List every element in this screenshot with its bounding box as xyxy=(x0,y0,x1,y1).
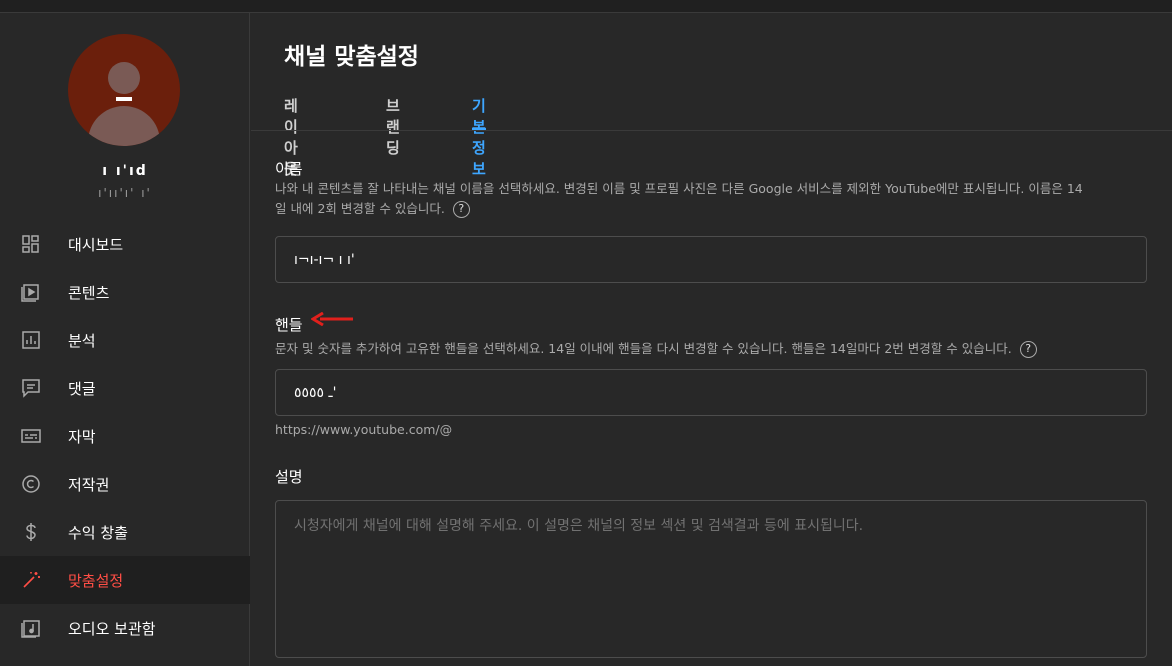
subtitles-icon xyxy=(21,426,41,446)
comments-icon xyxy=(21,378,41,398)
analytics-icon xyxy=(21,330,41,350)
help-icon[interactable]: ? xyxy=(1019,341,1037,358)
sidebar-item-comments[interactable]: 댓글 xyxy=(0,364,250,412)
name-description: 나와 내 콘텐츠를 잘 나타내는 채널 이름을 선택하세요. 변경된 이름 및 … xyxy=(275,179,1083,219)
sidebar-item-label: 댓글 xyxy=(68,380,96,398)
handle-field[interactable] xyxy=(275,369,1147,416)
channel-name: ı ı'ıd xyxy=(102,163,148,179)
content-icon xyxy=(21,282,41,302)
name-description-line2-wrap: 일 내에 2회 변경할 수 있습니다.? xyxy=(275,199,1083,219)
sidebar-item-label: 자막 xyxy=(68,428,96,446)
sidebar-item-label: 오디오 보관함 xyxy=(68,620,156,638)
name-field[interactable] xyxy=(275,236,1147,283)
sidebar-item-copyright[interactable]: 저작권 xyxy=(0,460,250,508)
audio-library-icon xyxy=(21,618,41,638)
avatar-mark xyxy=(116,97,132,101)
sidebar-item-label: 맞춤설정 xyxy=(68,572,124,590)
annotation-arrow-icon xyxy=(311,312,353,326)
handle-url: https://www.youtube.com/@ xyxy=(275,422,452,437)
sidebar-item-dashboard[interactable]: 대시보드 xyxy=(0,220,250,268)
sidebar-nav: 대시보드 콘텐츠 분석 댓글 자막 저작권 수익 창출 맞춤설정 오디오 보관함 xyxy=(0,220,250,652)
avatar-body xyxy=(88,106,160,146)
top-bar xyxy=(0,0,1172,13)
dashboard-icon xyxy=(21,234,41,254)
sidebar-item-customization[interactable]: 맞춤설정 xyxy=(0,556,250,604)
handle-description-text: 문자 및 숫자를 추가하여 고유한 핸들을 선택하세요. 14일 이내에 핸들을… xyxy=(275,341,1012,356)
sidebar-item-label: 콘텐츠 xyxy=(68,284,110,302)
description-textarea[interactable] xyxy=(275,500,1147,658)
sidebar: ı ı'ıd ı'ıı'ı' ı' 대시보드 콘텐츠 분석 댓글 자막 저작권 … xyxy=(0,13,250,666)
tab-basic-info[interactable]: 기본 정보 xyxy=(472,95,486,178)
sidebar-item-label: 수익 창출 xyxy=(68,524,128,542)
help-icon[interactable]: ? xyxy=(452,201,470,218)
sidebar-item-monetization[interactable]: 수익 창출 xyxy=(0,508,250,556)
sidebar-item-label: 저작권 xyxy=(68,476,110,494)
tabs-divider xyxy=(251,130,1172,131)
page-title: 채널 맞춤설정 xyxy=(284,44,419,70)
copyright-icon xyxy=(21,474,41,494)
channel-avatar[interactable] xyxy=(68,34,180,146)
sidebar-item-label: 대시보드 xyxy=(68,236,124,254)
tab-layout[interactable]: 레이아웃 xyxy=(284,95,298,178)
description-title: 설명 xyxy=(275,468,303,486)
sidebar-item-content[interactable]: 콘텐츠 xyxy=(0,268,250,316)
avatar-head xyxy=(108,62,140,94)
sidebar-item-subtitles[interactable]: 자막 xyxy=(0,412,250,460)
monetization-icon xyxy=(21,522,41,542)
magic-wand-icon xyxy=(21,570,41,590)
tab-branding[interactable]: 브랜딩 xyxy=(386,95,400,157)
handle-description: 문자 및 숫자를 추가하여 고유한 핸들을 선택하세요. 14일 이내에 핸들을… xyxy=(275,339,1037,359)
handle-title: 핸들 xyxy=(275,316,303,334)
name-title: 이름 xyxy=(275,160,303,178)
name-description-line1: 나와 내 콘텐츠를 잘 나타내는 채널 이름을 선택하세요. 변경된 이름 및 … xyxy=(275,181,1083,196)
main-content: 채널 맞춤설정 레이아웃 브랜딩 기본 정보 이름 나와 내 콘텐츠를 잘 나타… xyxy=(251,13,1172,666)
sidebar-item-analytics[interactable]: 분석 xyxy=(0,316,250,364)
sidebar-item-label: 분석 xyxy=(68,332,96,350)
channel-handle: ı'ıı'ı' ı' xyxy=(98,186,152,200)
sidebar-item-audio-library[interactable]: 오디오 보관함 xyxy=(0,604,250,652)
handle-url-text: https://www.youtube.com/@ xyxy=(275,422,453,437)
name-description-line2: 일 내에 2회 변경할 수 있습니다. xyxy=(275,201,445,216)
